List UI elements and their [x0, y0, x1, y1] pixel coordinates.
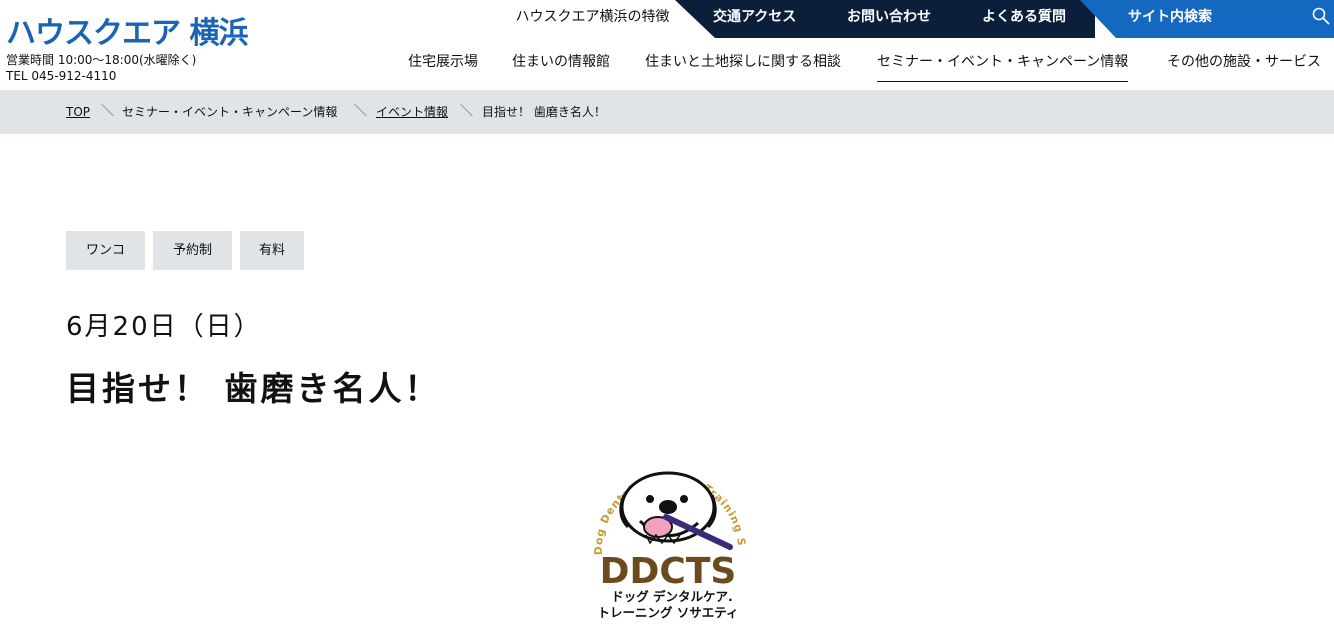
breadcrumb-separator: ＼: [101, 104, 115, 119]
breadcrumb-seminars: セミナー・イベント・キャンペーン情報: [122, 105, 338, 119]
nav-item-seminars-events[interactable]: セミナー・イベント・キャンペーン情報: [877, 52, 1129, 82]
tag-paid: 有料: [240, 231, 304, 270]
util-link-features[interactable]: ハウスクエア横浜の特徴: [500, 0, 685, 38]
site-search-button[interactable]: サイト内検索: [1128, 0, 1212, 38]
breadcrumb-current: 目指せ！ 歯磨き名人！: [482, 105, 606, 119]
business-hours: 営業時間 10:00〜18:00(水曜除く): [6, 53, 197, 67]
util-link-access[interactable]: 交通アクセス: [713, 0, 796, 38]
utility-bar: ハウスクエア横浜の特徴 交通アクセス お問い合わせ よくある質問 サイト内検索: [0, 0, 1334, 38]
breadcrumb-separator: ＼: [354, 104, 368, 119]
nav-item-model-homes[interactable]: 住宅展示場: [408, 52, 478, 72]
event-title: 目指せ！ 歯磨き名人！: [66, 369, 441, 408]
breadcrumb-event-info[interactable]: イベント情報: [376, 90, 448, 134]
phone-number: TEL 045-912-4110: [6, 69, 117, 83]
breadcrumb-top[interactable]: TOP: [66, 90, 90, 134]
ddcts-logo: Dog Dental Care and Training Society DDC…: [580, 435, 746, 620]
nav-item-housing-info[interactable]: 住まいの情報館: [512, 52, 610, 72]
search-icon[interactable]: [1312, 7, 1330, 25]
breadcrumb-separator: ＼: [460, 104, 474, 119]
util-link-faq[interactable]: よくある質問: [982, 0, 1066, 38]
event-date: 6月20日（日）: [66, 312, 262, 342]
logo-caption-line1: ドッグ デンタルケア.: [611, 589, 733, 604]
business-info: 営業時間 10:00〜18:00(水曜除く) TEL 045-912-4110: [6, 52, 196, 84]
dog-face-icon: [619, 471, 733, 550]
tag-reservation: 予約制: [153, 231, 232, 270]
nav-item-other-services[interactable]: その他の施設・サービス: [1167, 52, 1321, 72]
logo-caption-line2: トレーニング ソサエティ: [597, 605, 738, 620]
util-link-contact[interactable]: お問い合わせ: [847, 0, 931, 38]
tag-dog: ワンコ: [66, 231, 145, 270]
logo-acronym: DDCTS: [600, 551, 737, 592]
nav-item-consultation[interactable]: 住まいと土地探しに関する相談: [645, 52, 841, 72]
breadcrumb: TOP ＼ セミナー・イベント・キャンペーン情報 ＼ イベント情報 ＼ 目指せ！…: [0, 90, 1334, 134]
